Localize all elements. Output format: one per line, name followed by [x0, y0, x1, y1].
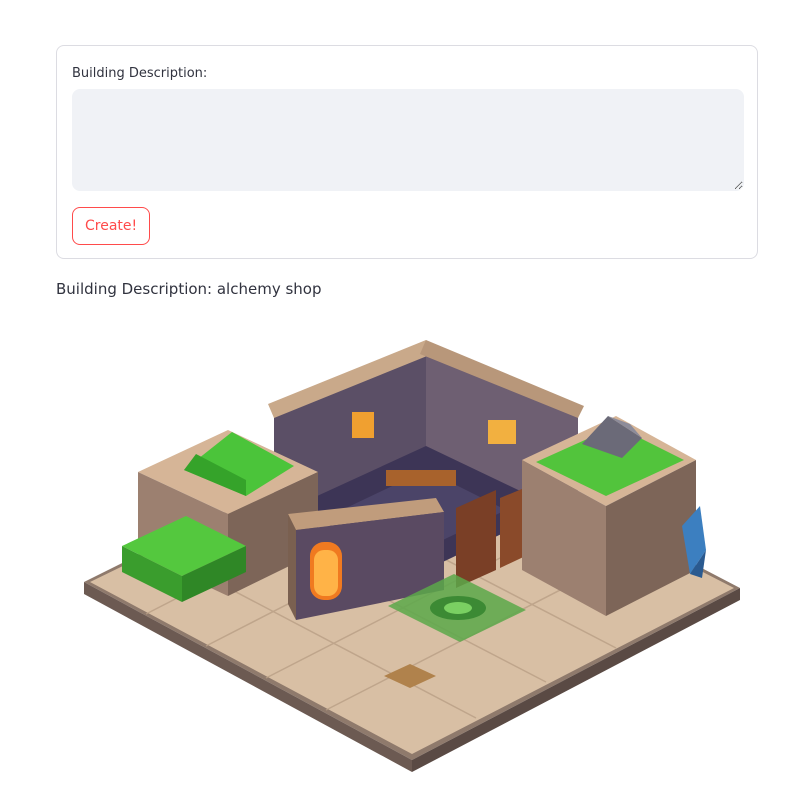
building-description-label: Building Description:: [72, 66, 208, 81]
generated-building-image: [56, 320, 758, 780]
alchemy-shop-illustration: [84, 340, 740, 772]
create-button[interactable]: Create!: [72, 207, 151, 245]
result-description: Building Description: alchemy shop: [56, 280, 322, 298]
building-form: Building Description: Create!: [56, 45, 758, 259]
building-description-input[interactable]: [72, 89, 744, 191]
